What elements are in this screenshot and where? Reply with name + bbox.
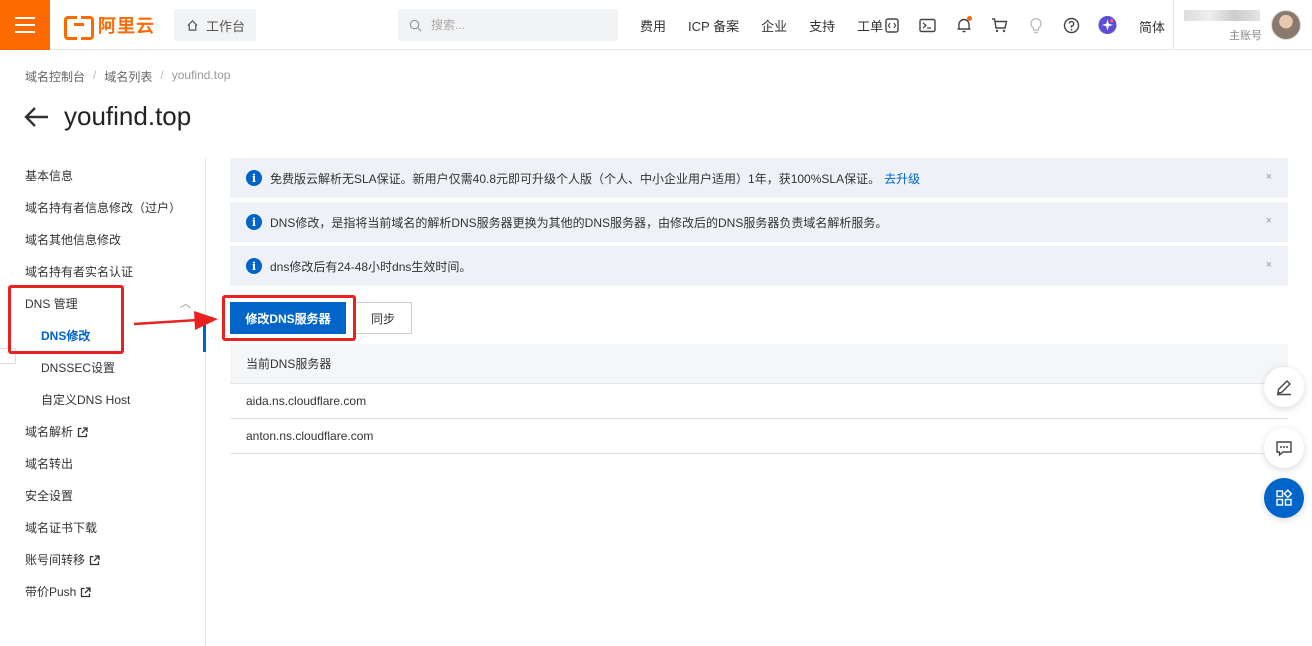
sidebar-divider — [205, 158, 206, 646]
table-row: aida.ns.cloudflare.com — [230, 384, 1288, 419]
alert-dns-modify: i DNS修改，是指将当前域名的解析DNS服务器更换为其他的DNS服务器，由修改… — [230, 202, 1288, 242]
workbench-button[interactable]: 工作台 — [174, 9, 256, 41]
sidebar-item-real-name[interactable]: 域名持有者实名认证 — [0, 256, 205, 288]
apps-icon — [1276, 489, 1293, 506]
alert-upgrade: i 免费版云解析无SLA保证。新用户仅需40.8元即可升级个人版（个人、中小企业… — [230, 158, 1288, 198]
sidebar-item-account-transfer[interactable]: 账号间转移 — [0, 544, 205, 576]
avatar[interactable] — [1271, 10, 1301, 40]
lightbulb-icon[interactable] — [1026, 16, 1045, 35]
workbench-label: 工作台 — [206, 18, 246, 34]
chat-float-button[interactable] — [1264, 428, 1304, 468]
home-icon — [187, 19, 198, 31]
top-divider — [1173, 0, 1174, 50]
breadcrumb-current: youfind.top — [171, 68, 231, 82]
search-box[interactable] — [398, 9, 618, 41]
code-icon[interactable] — [882, 16, 901, 35]
top-icons — [882, 0, 1117, 50]
notification-dot — [967, 15, 972, 21]
sidebar-item-label: DNSSEC设置 — [41, 361, 116, 375]
sync-button[interactable]: 同步 — [354, 302, 412, 334]
search-icon — [409, 19, 422, 31]
annotation-box-dns-nav — [8, 285, 124, 354]
nav-link-ticket[interactable]: 工单 — [857, 16, 883, 35]
nav-link-enterprise[interactable]: 企业 — [761, 16, 787, 35]
nav-link-icp[interactable]: ICP 备案 — [688, 16, 739, 35]
external-link-icon — [77, 426, 88, 437]
bell-icon[interactable] — [954, 15, 973, 35]
chat-icon — [1276, 441, 1292, 457]
back-arrow-icon[interactable] — [24, 105, 50, 129]
alert-dns-effect-time: i dns修改后有24-48小时dns生效时间。 × — [230, 246, 1288, 286]
dns-server-table: 当前DNS服务器 aida.ns.cloudflare.com anton.ns… — [230, 344, 1288, 454]
info-icon: i — [246, 214, 262, 230]
breadcrumb-separator: / — [93, 68, 97, 82]
sidebar-item-other-info[interactable]: 域名其他信息修改 — [0, 224, 205, 256]
upgrade-link[interactable]: 去升级 — [884, 170, 920, 187]
info-icon: i — [246, 170, 262, 186]
language-switch[interactable]: 简体 — [1139, 17, 1165, 36]
pencil-icon — [1277, 380, 1291, 396]
ai-assistant-icon[interactable] — [1098, 15, 1117, 35]
sidebar-item-label: 带价Push — [25, 585, 77, 599]
sidebar-item-label: 域名转出 — [25, 457, 74, 471]
annotation-box-modify-button — [222, 295, 356, 341]
search-input[interactable] — [431, 18, 601, 32]
sidebar-item-domain-resolve[interactable]: 域名解析 — [0, 416, 205, 448]
account-type: 主账号 — [1229, 30, 1262, 42]
external-link-icon — [89, 554, 100, 565]
top-bar: 阿里云 工作台 费用 ICP 备案 企业 支持 工单 简体 主账号 — [0, 0, 1312, 50]
sidebar-item-label: 域名其他信息修改 — [25, 233, 122, 247]
nav-link-support[interactable]: 支持 — [809, 16, 835, 35]
aliyun-logo[interactable]: 阿里云 — [64, 13, 155, 40]
page-title: youfind.top — [64, 101, 192, 131]
sidebar-item-label: 域名持有者实名认证 — [25, 265, 134, 279]
terminal-icon[interactable] — [918, 16, 937, 35]
account-name-blurred — [1184, 10, 1260, 21]
top-nav-links: 费用 ICP 备案 企业 支持 工单 — [640, 0, 883, 50]
close-icon[interactable]: × — [1266, 171, 1272, 183]
sidebar-item-holder-transfer[interactable]: 域名持有者信息修改（过户） — [0, 192, 205, 224]
sidebar-item-basic-info[interactable]: 基本信息 — [0, 160, 205, 192]
sidebar-item-security[interactable]: 安全设置 — [0, 480, 205, 512]
alert-text: DNS修改，是指将当前域名的解析DNS服务器更换为其他的DNS服务器，由修改后的… — [270, 215, 888, 230]
nav-link-fees[interactable]: 费用 — [640, 16, 666, 35]
breadcrumb: 域名控制台 / 域名列表 / youfind.top — [25, 68, 230, 85]
menu-button[interactable] — [0, 0, 50, 50]
side-nav: 基本信息 域名持有者信息修改（过户） 域名其他信息修改 域名持有者实名认证 DN… — [0, 160, 205, 608]
sidebar-item-label: 域名持有者信息修改（过户） — [25, 201, 182, 215]
help-icon[interactable] — [1062, 16, 1081, 35]
breadcrumb-domain-console[interactable]: 域名控制台 — [25, 68, 85, 85]
sidebar-item-label: 域名证书下载 — [25, 521, 98, 535]
cart-icon[interactable] — [990, 16, 1009, 35]
sidebar-item-label: 安全设置 — [25, 489, 74, 503]
info-icon: i — [246, 258, 262, 274]
alert-text: 免费版云解析无SLA保证。新用户仅需40.8元即可升级个人版（个人、中小企业用户… — [270, 171, 881, 186]
sidebar-item-dnssec[interactable]: DNSSEC设置 — [0, 352, 205, 384]
account-info[interactable]: 主账号 — [1182, 10, 1262, 43]
logo-text: 阿里云 — [98, 16, 155, 36]
sidebar-item-domain-transfer-out[interactable]: 域名转出 — [0, 448, 205, 480]
edit-float-button[interactable] — [1264, 367, 1304, 407]
close-icon[interactable]: × — [1266, 259, 1272, 271]
sidebar-item-label: 基本信息 — [25, 169, 74, 183]
alert-text: dns修改后有24-48小时dns生效时间。 — [270, 259, 472, 274]
apps-float-button[interactable] — [1264, 478, 1304, 518]
table-row: anton.ns.cloudflare.com — [230, 419, 1288, 454]
breadcrumb-domain-list[interactable]: 域名列表 — [104, 68, 152, 85]
sidebar-item-label: 自定义DNS Host — [41, 393, 131, 407]
annotation-arrow — [133, 311, 218, 330]
sidebar-item-certificate[interactable]: 域名证书下载 — [0, 512, 205, 544]
sidebar-item-price-push[interactable]: 带价Push — [0, 576, 205, 608]
table-header: 当前DNS服务器 — [230, 344, 1288, 384]
close-icon[interactable]: × — [1266, 215, 1272, 227]
external-link-icon — [81, 586, 92, 597]
aliyun-logo-icon — [64, 16, 94, 40]
sidebar-item-label: 域名解析 — [25, 425, 74, 439]
sidebar-item-custom-dns-host[interactable]: 自定义DNS Host — [0, 384, 205, 416]
sidebar-item-label: 账号间转移 — [25, 553, 86, 567]
breadcrumb-separator: / — [160, 68, 164, 82]
